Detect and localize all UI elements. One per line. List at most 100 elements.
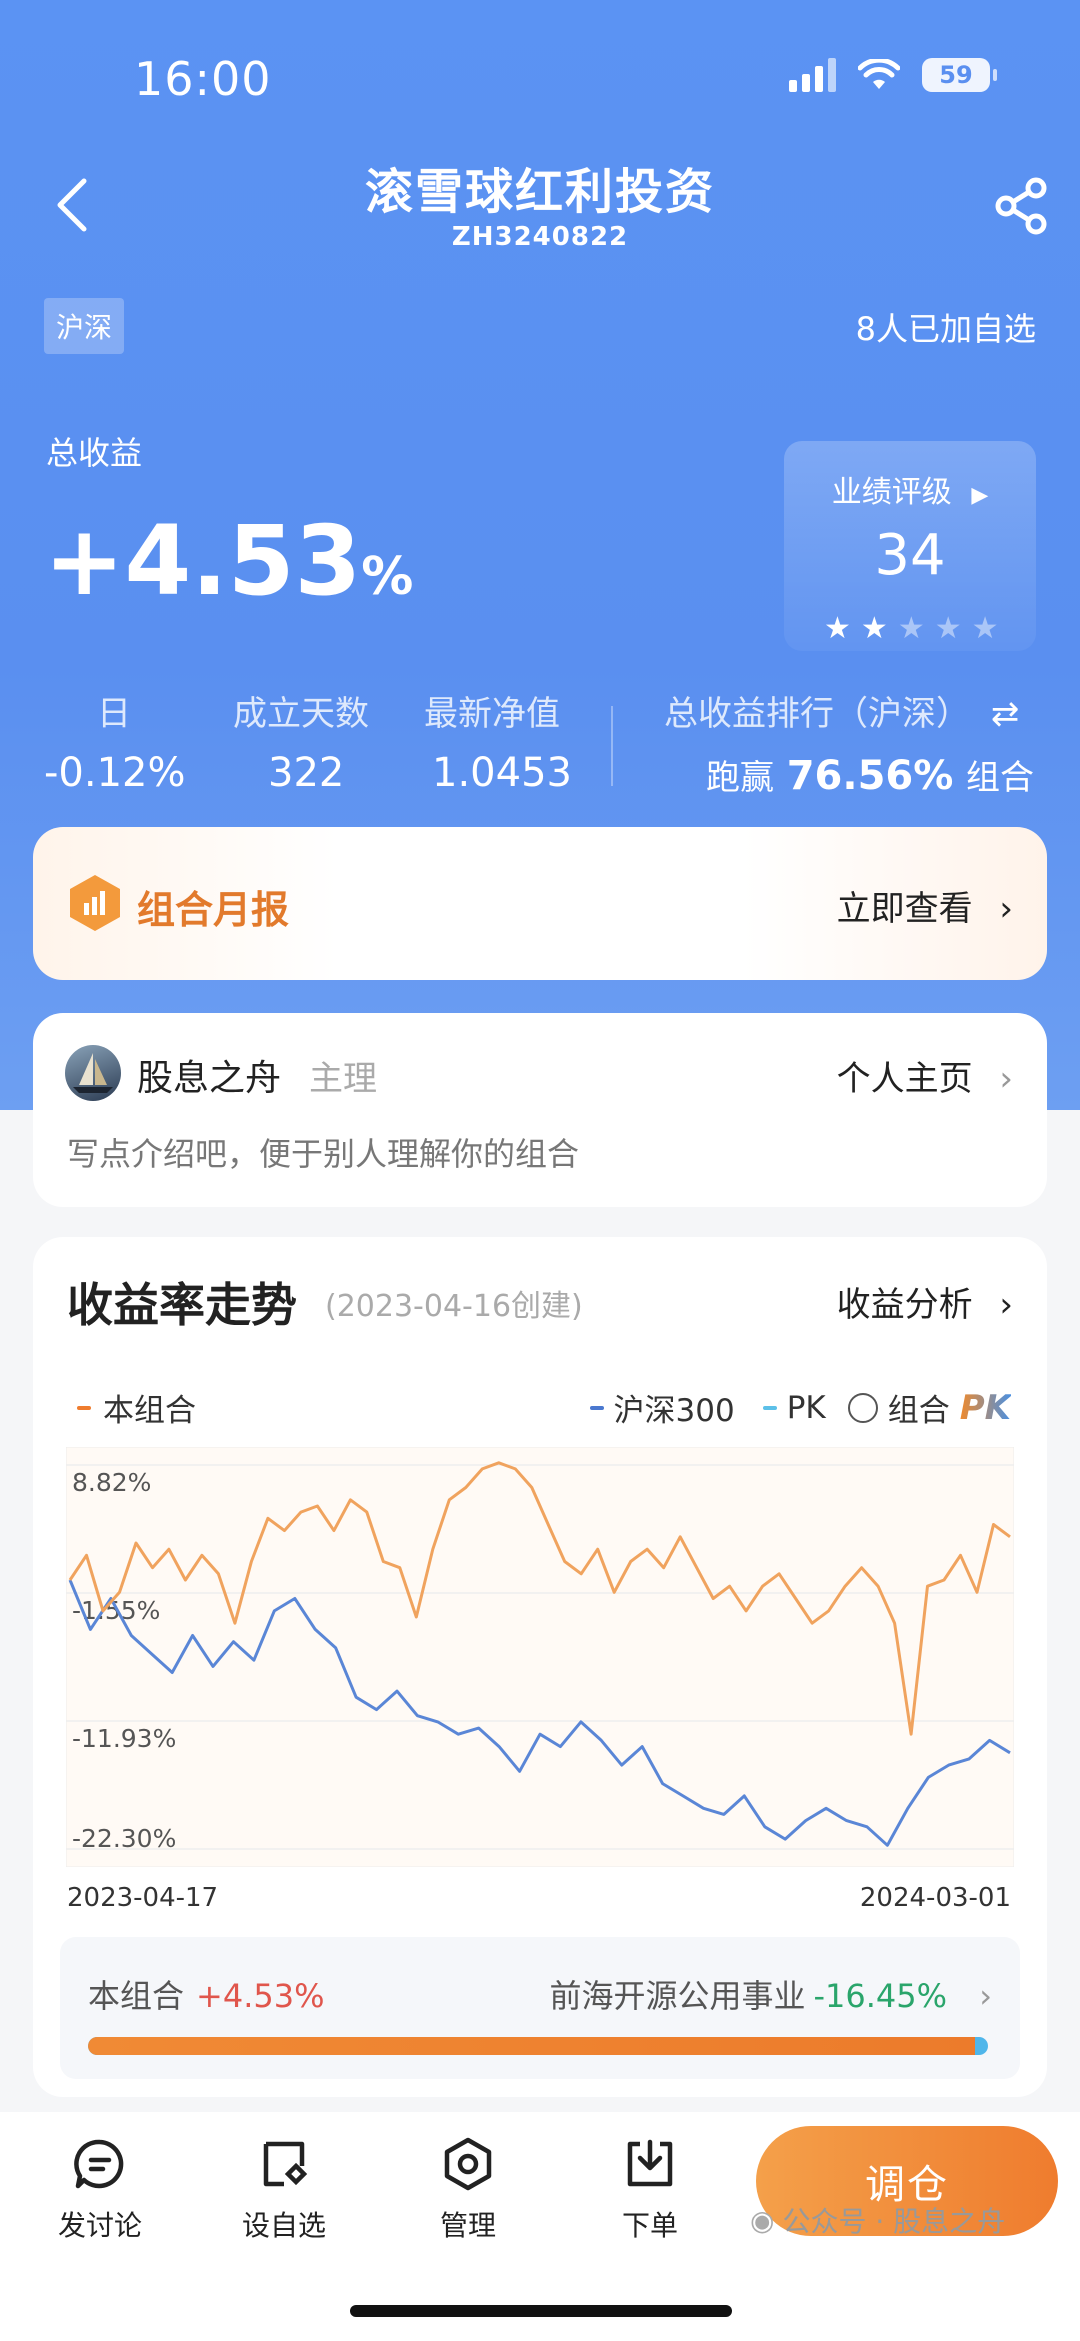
wifi-icon [858,59,900,89]
owner-card: 股息之舟 主理 个人主页 › 写点介绍吧，便于别人理解你的组合 [33,1013,1047,1207]
signal-icon [789,58,836,92]
chevron-right-icon: › [999,1059,1013,1099]
profile-link-text: 个人主页 [836,1059,973,1099]
x-axis-end: 2024-03-01 [859,1883,1011,1913]
chevron-right-icon: › [999,889,1013,929]
portfolio-description[interactable]: 写点介绍吧，便于别人理解你的组合 [67,1129,579,1175]
y-tick-label: -11.93% [72,1724,176,1753]
compare-other-label: 前海开源公用事业 [549,1977,806,2015]
tab-watchlist-label: 设自选 [241,2209,326,2242]
days-value: 322 [268,750,345,796]
day-return-value: -0.12% [44,750,186,796]
rating-stars: ★ ★ ★ ★ ★ [824,611,999,646]
battery-icon: 59 [922,58,997,92]
share-button[interactable] [990,174,1054,238]
rank-prefix: 跑赢 [706,758,774,798]
days-label: 成立天数 [233,694,369,734]
owner-name[interactable]: 股息之舟 [137,1049,281,1101]
y-tick-label: -22.30% [72,1824,176,1853]
view-report-text: 立即查看 [836,889,973,929]
watermark: ◉ 公众号 · 股息之舟 [750,2200,1005,2240]
rank-value-row: 跑赢 76.56% 组合 [706,750,1034,799]
performance-rating[interactable]: 业绩评级 ▶ 34 ★ ★ ★ ★ ★ [784,441,1036,651]
home-indicator[interactable] [350,2305,732,2317]
wechat-icon: ◉ [750,2203,775,2237]
status-icons: 59 [789,58,997,92]
settings-icon [444,2137,492,2191]
star-icon: ★ [897,611,925,646]
x-axis-start: 2023-04-17 [67,1883,219,1913]
tab-manage-label: 管理 [439,2209,496,2242]
star-icon: ★ [971,611,999,646]
page-title: 滚雪球红利投资 [364,164,715,220]
compare-other-value: -16.45% [813,1977,948,2015]
watch-count: 8人已加自选 [855,310,1036,348]
stats-divider [611,706,613,786]
compare-other: 前海开源公用事业 -16.45% › [549,1971,992,2017]
switch-icon[interactable]: ⇄ [991,694,1020,734]
return-chart-svg: 8.82%-1.55%-11.93%-22.30% [65,1446,1015,1868]
monthly-report-card[interactable]: 组合月报 立即查看 › [33,827,1047,980]
watermark-text: 公众号 · 股息之舟 [782,2205,1006,2238]
rating-score: 34 [874,523,946,588]
portfolio-code: ZH3240822 [451,222,629,252]
rank-suffix: 组合 [966,758,1035,798]
legend-self-marker [77,1405,91,1410]
rating-title: 业绩评级 ▶ [784,467,1036,511]
return-analysis-link[interactable]: 收益分析 › [837,1277,1013,1326]
star-icon: ★ [934,611,962,646]
legend-right: 沪深300 PK 组合 PK [589,1385,1011,1430]
compare-self-label: 本组合 [88,1977,185,2015]
rating-title-text: 业绩评级 [831,475,952,510]
report-icon [70,875,120,931]
tab-manage[interactable]: 管理 [408,2136,528,2244]
star-icon: ★ [824,611,851,646]
view-report-link[interactable]: 立即查看 › [837,881,1013,930]
compare-panel[interactable]: 本组合 +4.53% 前海开源公用事业 -16.45% › [60,1937,1020,2079]
star-icon: ★ [860,611,888,646]
download-order-icon [627,2139,673,2187]
combo-radio[interactable] [847,1392,878,1423]
profile-link[interactable]: 个人主页 › [837,1051,1013,1100]
day-return-label: 日 [97,694,131,734]
return-chart-card: 收益率走势 (2023-04-16创建) 收益分析 › 本组合 沪深300 PK… [33,1237,1047,2097]
tab-discuss-label: 发讨论 [57,2209,142,2242]
legend-index-label: 沪深300 [613,1393,735,1429]
pk-logo[interactable]: PK [960,1388,1011,1428]
compare-self: 本组合 +4.53% [88,1971,324,2017]
caret-right-icon: ▶ [971,483,989,508]
chevron-right-icon: › [979,1977,992,2015]
tab-order-label: 下单 [621,2209,678,2242]
add-watchlist-icon [263,2141,308,2187]
tab-discuss[interactable]: 发讨论 [40,2136,160,2244]
sailboat-icon [73,1053,113,1093]
nav-label: 最新净值 [424,694,560,734]
legend-pk-marker [762,1405,777,1410]
legend-combo-label: 组合 [887,1393,950,1429]
return-chart[interactable]: 8.82% -1.55% -11.93% -22.30% [65,1446,1015,1868]
legend-index-marker [589,1405,604,1410]
legend-self: 本组合 [77,1385,196,1430]
tab-watchlist[interactable]: 设自选 [224,2136,344,2244]
discuss-icon [74,2139,124,2189]
rank-label-text: 总收益排行（沪深） [664,694,970,734]
legend-pk-label: PK [786,1389,826,1426]
total-return-unit: % [361,547,414,607]
total-return-label: 总收益 [46,434,143,472]
status-time: 16:00 [134,52,272,106]
compare-self-value: +4.53% [196,1977,325,2015]
rank-label[interactable]: 总收益排行（沪深） ⇄ [664,686,1019,735]
avatar[interactable] [65,1045,121,1101]
chart-title: 收益率走势 [67,1278,297,1332]
share-icon [995,177,1047,235]
legend-self-label: 本组合 [103,1393,196,1429]
chart-created-date: (2023-04-16创建) [325,1289,583,1324]
total-return-value: +4.53% [44,505,413,617]
market-tag: 沪深 [44,298,125,354]
nav-value: 1.0453 [432,750,572,796]
chevron-right-icon: › [999,1285,1013,1325]
tab-order[interactable]: 下单 [590,2136,710,2244]
owner-role: 主理 [309,1059,377,1099]
y-tick-label: 8.82% [72,1468,151,1497]
return-analysis-text: 收益分析 [836,1285,973,1325]
